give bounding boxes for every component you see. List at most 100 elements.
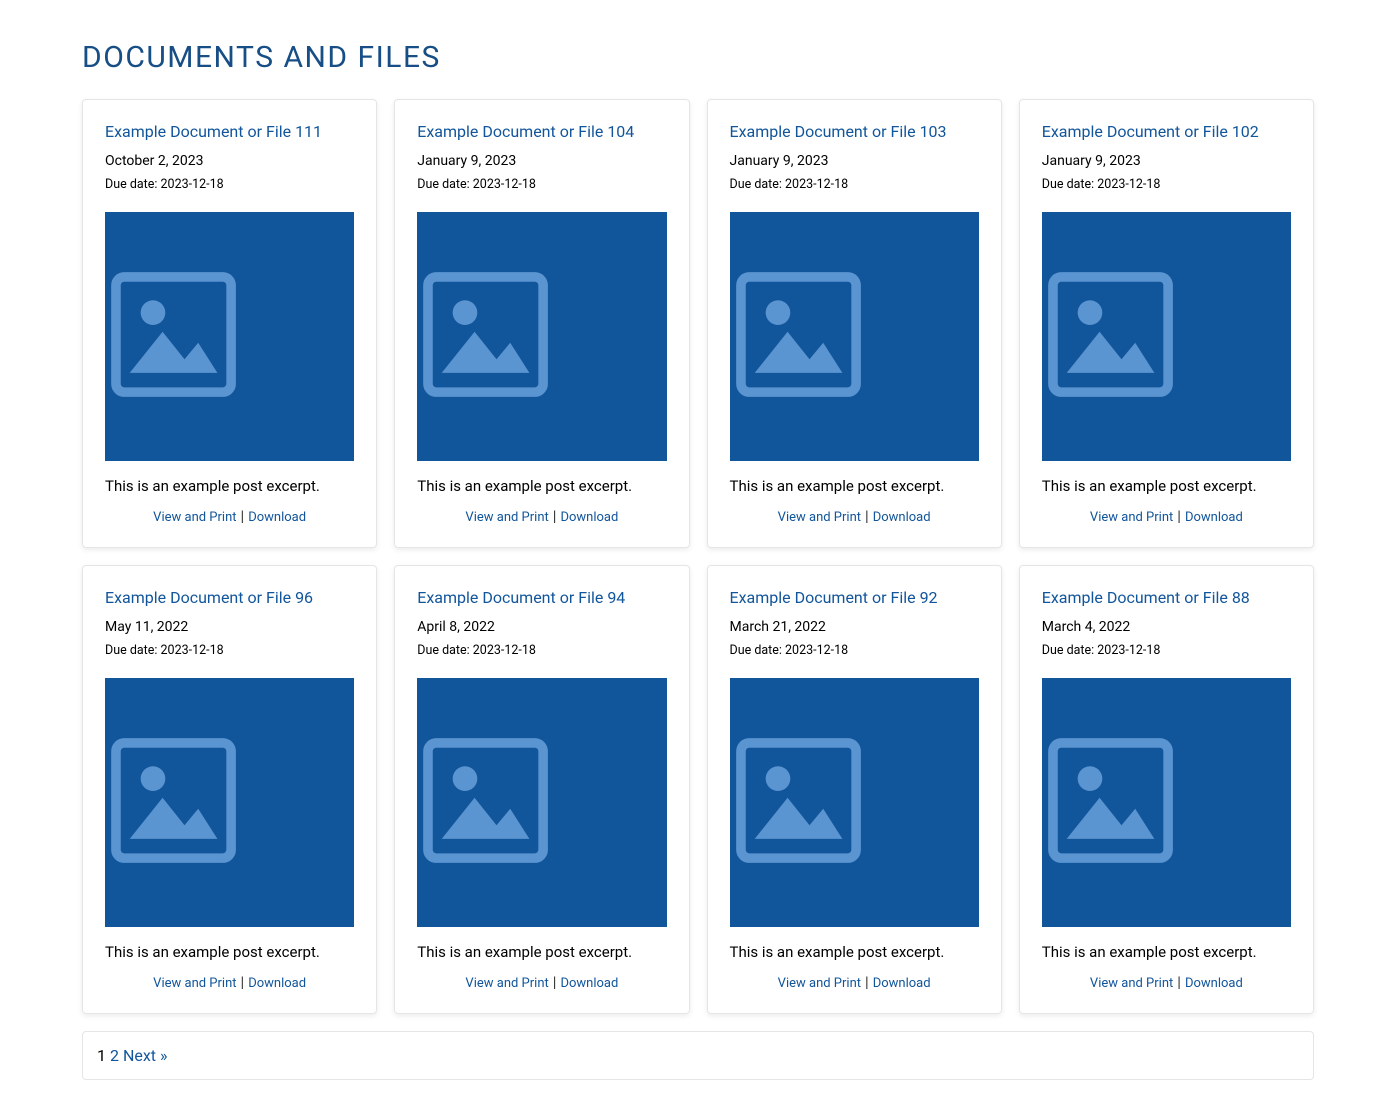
download-link[interactable]: Download bbox=[873, 510, 931, 525]
image-placeholder-icon bbox=[417, 266, 666, 407]
action-separator: | bbox=[553, 507, 557, 525]
document-excerpt: This is an example post excerpt. bbox=[417, 943, 666, 961]
download-link[interactable]: Download bbox=[1185, 510, 1243, 525]
document-excerpt: This is an example post excerpt. bbox=[105, 943, 354, 961]
view-and-print-link[interactable]: View and Print bbox=[153, 510, 236, 525]
document-thumbnail[interactable] bbox=[1042, 678, 1291, 927]
document-card: Example Document or File 104 January 9, 2… bbox=[394, 99, 689, 548]
download-link[interactable]: Download bbox=[560, 510, 618, 525]
document-excerpt: This is an example post excerpt. bbox=[1042, 477, 1291, 495]
download-link[interactable]: Download bbox=[560, 976, 618, 991]
document-date: January 9, 2023 bbox=[730, 153, 979, 169]
document-card: Example Document or File 96 May 11, 2022 D… bbox=[82, 565, 377, 1014]
action-separator: | bbox=[1177, 973, 1181, 991]
page-title: DOCUMENTS AND FILES bbox=[82, 40, 1314, 75]
document-due-date: Due date: 2023-12-18 bbox=[730, 177, 979, 192]
action-separator: | bbox=[865, 507, 869, 525]
document-title-link[interactable]: Example Document or File 102 bbox=[1042, 122, 1259, 141]
document-due-date: Due date: 2023-12-18 bbox=[105, 643, 354, 658]
download-link[interactable]: Download bbox=[248, 510, 306, 525]
document-date: March 21, 2022 bbox=[730, 619, 979, 635]
document-excerpt: This is an example post excerpt. bbox=[730, 477, 979, 495]
document-thumbnail[interactable] bbox=[417, 212, 666, 461]
image-placeholder-icon bbox=[417, 732, 666, 873]
image-placeholder-icon bbox=[730, 266, 979, 407]
action-separator: | bbox=[553, 973, 557, 991]
action-separator: | bbox=[241, 507, 245, 525]
view-and-print-link[interactable]: View and Print bbox=[1090, 976, 1173, 991]
document-actions: View and Print | Download bbox=[730, 973, 979, 991]
document-card: Example Document or File 103 January 9, 2… bbox=[707, 99, 1002, 548]
document-card: Example Document or File 88 March 4, 2022… bbox=[1019, 565, 1314, 1014]
document-due-date: Due date: 2023-12-18 bbox=[730, 643, 979, 658]
document-thumbnail[interactable] bbox=[730, 212, 979, 461]
document-thumbnail[interactable] bbox=[1042, 212, 1291, 461]
document-title-link[interactable]: Example Document or File 88 bbox=[1042, 588, 1250, 607]
pagination-next[interactable]: Next » bbox=[123, 1046, 168, 1065]
download-link[interactable]: Download bbox=[1185, 976, 1243, 991]
document-card: Example Document or File 102 January 9, 2… bbox=[1019, 99, 1314, 548]
document-actions: View and Print |Download bbox=[417, 507, 666, 525]
document-title-link[interactable]: Example Document or File 92 bbox=[730, 588, 938, 607]
action-separator: | bbox=[241, 973, 245, 991]
document-actions: View and Print | Download bbox=[730, 507, 979, 525]
pagination-current: 1 bbox=[97, 1046, 106, 1065]
document-excerpt: This is an example post excerpt. bbox=[105, 477, 354, 495]
download-link[interactable]: Download bbox=[873, 976, 931, 991]
document-date: May 11, 2022 bbox=[105, 619, 354, 635]
document-title-link[interactable]: Example Document or File 103 bbox=[730, 122, 947, 141]
image-placeholder-icon bbox=[1042, 266, 1291, 407]
document-date: October 2, 2023 bbox=[105, 153, 354, 169]
document-due-date: Due date: 2023-12-18 bbox=[417, 177, 666, 192]
image-placeholder-icon bbox=[1042, 732, 1291, 873]
document-excerpt: This is an example post excerpt. bbox=[417, 477, 666, 495]
document-title: Example Document or File 102 bbox=[1042, 122, 1291, 143]
document-due-date: Due date: 2023-12-18 bbox=[417, 643, 666, 658]
document-title-link[interactable]: Example Document or File 94 bbox=[417, 588, 625, 607]
document-due-date: Due date: 2023-12-18 bbox=[1042, 177, 1291, 192]
document-actions: View and Print |Download bbox=[105, 507, 354, 525]
image-placeholder-icon bbox=[105, 266, 354, 407]
image-placeholder-icon bbox=[730, 732, 979, 873]
document-actions: View and Print | Download bbox=[1042, 507, 1291, 525]
document-card: Example Document or File 92 March 21, 202… bbox=[707, 565, 1002, 1014]
view-and-print-link[interactable]: View and Print bbox=[465, 976, 548, 991]
document-date: April 8, 2022 bbox=[417, 619, 666, 635]
document-date: March 4, 2022 bbox=[1042, 619, 1291, 635]
document-title: Example Document or File 96 bbox=[105, 588, 354, 609]
document-actions: View and Print |Download bbox=[417, 973, 666, 991]
document-thumbnail[interactable] bbox=[730, 678, 979, 927]
document-date: January 9, 2023 bbox=[1042, 153, 1291, 169]
pagination: 1 2 Next » bbox=[82, 1031, 1314, 1080]
document-card: Example Document or File 111 October 2, 2… bbox=[82, 99, 377, 548]
document-thumbnail[interactable] bbox=[105, 212, 354, 461]
document-title-link[interactable]: Example Document or File 111 bbox=[105, 122, 322, 141]
action-separator: | bbox=[865, 973, 869, 991]
document-title-link[interactable]: Example Document or File 104 bbox=[417, 122, 634, 141]
document-excerpt: This is an example post excerpt. bbox=[1042, 943, 1291, 961]
view-and-print-link[interactable]: View and Print bbox=[465, 510, 548, 525]
document-date: January 9, 2023 bbox=[417, 153, 666, 169]
document-card: Example Document or File 94 April 8, 2022… bbox=[394, 565, 689, 1014]
document-title: Example Document or File 111 bbox=[105, 122, 354, 143]
document-title: Example Document or File 104 bbox=[417, 122, 666, 143]
image-placeholder-icon bbox=[105, 732, 354, 873]
action-separator: | bbox=[1177, 507, 1181, 525]
document-actions: View and Print | Download bbox=[1042, 973, 1291, 991]
view-and-print-link[interactable]: View and Print bbox=[153, 976, 236, 991]
document-thumbnail[interactable] bbox=[417, 678, 666, 927]
document-title: Example Document or File 103 bbox=[730, 122, 979, 143]
download-link[interactable]: Download bbox=[248, 976, 306, 991]
view-and-print-link[interactable]: View and Print bbox=[778, 976, 861, 991]
document-title: Example Document or File 92 bbox=[730, 588, 979, 609]
document-title-link[interactable]: Example Document or File 96 bbox=[105, 588, 313, 607]
documents-grid: Example Document or File 111 October 2, 2… bbox=[82, 99, 1314, 1014]
view-and-print-link[interactable]: View and Print bbox=[778, 510, 861, 525]
document-due-date: Due date: 2023-12-18 bbox=[1042, 643, 1291, 658]
document-excerpt: This is an example post excerpt. bbox=[730, 943, 979, 961]
view-and-print-link[interactable]: View and Print bbox=[1090, 510, 1173, 525]
document-title: Example Document or File 88 bbox=[1042, 588, 1291, 609]
document-title: Example Document or File 94 bbox=[417, 588, 666, 609]
pagination-page-2[interactable]: 2 bbox=[110, 1046, 119, 1065]
document-thumbnail[interactable] bbox=[105, 678, 354, 927]
